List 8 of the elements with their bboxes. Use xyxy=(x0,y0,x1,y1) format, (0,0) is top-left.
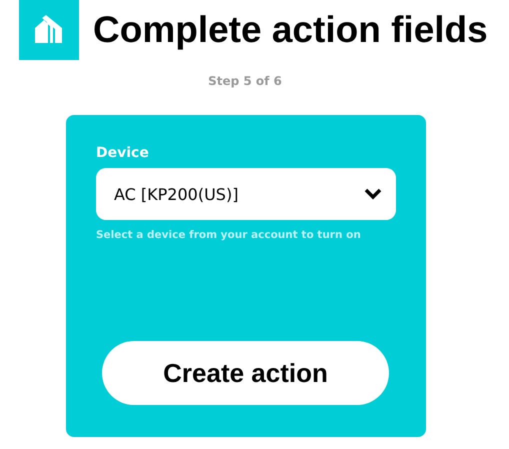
house-icon xyxy=(34,15,64,45)
chevron-down-icon xyxy=(364,188,382,200)
create-action-button[interactable]: Create action xyxy=(102,341,389,405)
field-hint: Select a device from your account to turn on xyxy=(96,229,362,241)
step-indicator: Step 5 of 6 xyxy=(207,74,283,88)
page-title: Complete action fields xyxy=(93,9,488,51)
field-label: Device xyxy=(96,145,150,161)
device-select[interactable]: AC [KP200(US)] xyxy=(96,168,396,220)
